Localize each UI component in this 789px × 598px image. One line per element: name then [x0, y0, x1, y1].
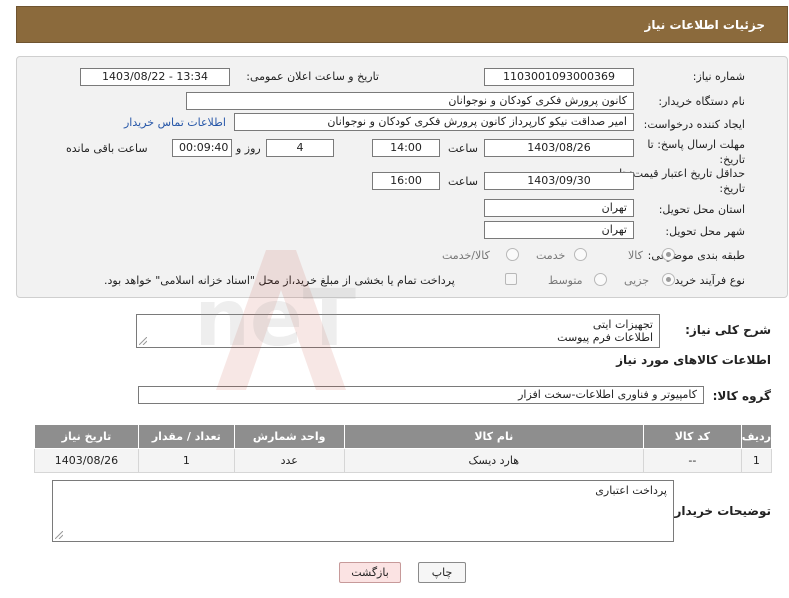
buyer-contact-link[interactable]: اطلاعات تماس خریدار	[124, 116, 226, 129]
goods-table-header: ردیف کد کالا نام کالا واحد شمارش تعداد /…	[34, 424, 773, 449]
city-field: تهران	[484, 221, 634, 239]
buyer-notes-text: پرداخت اعتباری	[595, 484, 667, 497]
process-minor-radio[interactable]	[662, 273, 675, 286]
page-title: جزئیات اطلاعات نیاز	[644, 18, 765, 32]
category-service-radio[interactable]	[574, 248, 587, 261]
cell-code: --	[642, 448, 742, 473]
price-time-field: 16:00	[372, 172, 440, 190]
summary-line-2: اطلاعات فرم پیوست	[557, 331, 653, 344]
goods-table: ردیف کد کالا نام کالا واحد شمارش تعداد /…	[34, 424, 773, 473]
buyer-org-field: کانون پرورش فکری کودکان و نوجوانان	[186, 92, 634, 110]
print-button[interactable]: چاپ	[418, 562, 466, 583]
goods-section-title: اطلاعات کالاهای مورد نیاز	[616, 353, 771, 367]
category-goods-label: کالا	[628, 249, 643, 262]
province-field: تهران	[484, 199, 634, 217]
remaining-days-field: 4	[266, 139, 334, 157]
process-medium-radio[interactable]	[594, 273, 607, 286]
buyer-notes-textarea: پرداخت اعتباری	[52, 480, 674, 542]
reply-deadline-label: مهلت ارسال پاسخ: تا تاریخ:	[647, 138, 745, 166]
need-number-label: شماره نیاز:	[692, 70, 745, 83]
buyer-org-label: نام دستگاه خریدار:	[658, 95, 745, 108]
summary-line-1: تجهیزات ایتی	[592, 318, 653, 331]
price-date-field: 1403/09/30	[484, 172, 634, 190]
process-medium-label: متوسط	[548, 274, 583, 287]
summary-label: شرح کلی نیاز:	[685, 323, 771, 337]
process-type-label: نوع فرآیند خرید :	[667, 274, 745, 287]
buyer-notes-label: توضیحات خریدار:	[669, 504, 771, 518]
category-goods-radio[interactable]	[662, 248, 675, 261]
goods-group-label: گروه کالا:	[712, 389, 771, 403]
summary-textarea: تجهیزات ایتی اطلاعات فرم پیوست	[136, 314, 660, 348]
price-time-label: ساعت	[448, 175, 478, 188]
table-row: 1 -- هارد دیسک عدد 1 1403/08/26	[34, 448, 773, 473]
treasury-payment-checkbox[interactable]	[505, 273, 517, 285]
goods-group-field: کامپیوتر و فناوری اطلاعات-سخت افزار	[138, 386, 704, 404]
category-goods-service-radio[interactable]	[506, 248, 519, 261]
process-minor-label: جزیی	[624, 274, 650, 287]
col-unit-header: واحد شمارش	[233, 424, 345, 449]
need-number-field: 1103001093000369	[484, 68, 634, 86]
cell-date: 1403/08/26	[34, 448, 139, 473]
resize-grip-icon[interactable]	[55, 531, 63, 539]
category-goods-service-label: کالا/خدمت	[442, 249, 490, 262]
province-label: استان محل تحویل:	[658, 203, 745, 216]
resize-grip-icon[interactable]	[139, 337, 147, 345]
remaining-label: ساعت باقی مانده	[66, 142, 148, 155]
cell-row: 1	[740, 448, 773, 473]
reply-time-field: 14:00	[372, 139, 440, 157]
city-label: شهر محل تحویل:	[665, 225, 745, 238]
col-qty-header: تعداد / مقدار	[137, 424, 235, 449]
back-button[interactable]: بازگشت	[339, 562, 401, 583]
requester-label: ایجاد کننده درخواست:	[643, 118, 745, 131]
reply-time-label: ساعت	[448, 142, 478, 155]
category-service-label: خدمت	[536, 249, 566, 262]
col-name-header: نام کالا	[343, 424, 644, 449]
col-row-header: ردیف	[740, 424, 773, 449]
page-header: جزئیات اطلاعات نیاز	[16, 6, 788, 43]
requester-field: امیر صداقت نیکو کارپرداز کانون پرورش فکر…	[234, 113, 634, 131]
reply-date-field: 1403/08/26	[484, 139, 634, 157]
col-date-header: تاریخ نیاز	[34, 424, 139, 449]
days-label: روز و	[236, 142, 261, 155]
remaining-time-field: 00:09:40	[172, 139, 232, 157]
treasury-payment-note: پرداخت تمام یا بخشی از مبلغ خرید،از محل …	[104, 274, 455, 287]
cell-name: هارد دیسک	[343, 448, 644, 473]
col-code-header: کد کالا	[642, 424, 742, 449]
announce-datetime-label: تاریخ و ساعت اعلان عمومی:	[246, 70, 379, 83]
cell-unit: عدد	[233, 448, 345, 473]
announce-datetime-field: 1403/08/22 - 13:34	[80, 68, 230, 86]
cell-qty: 1	[137, 448, 235, 473]
